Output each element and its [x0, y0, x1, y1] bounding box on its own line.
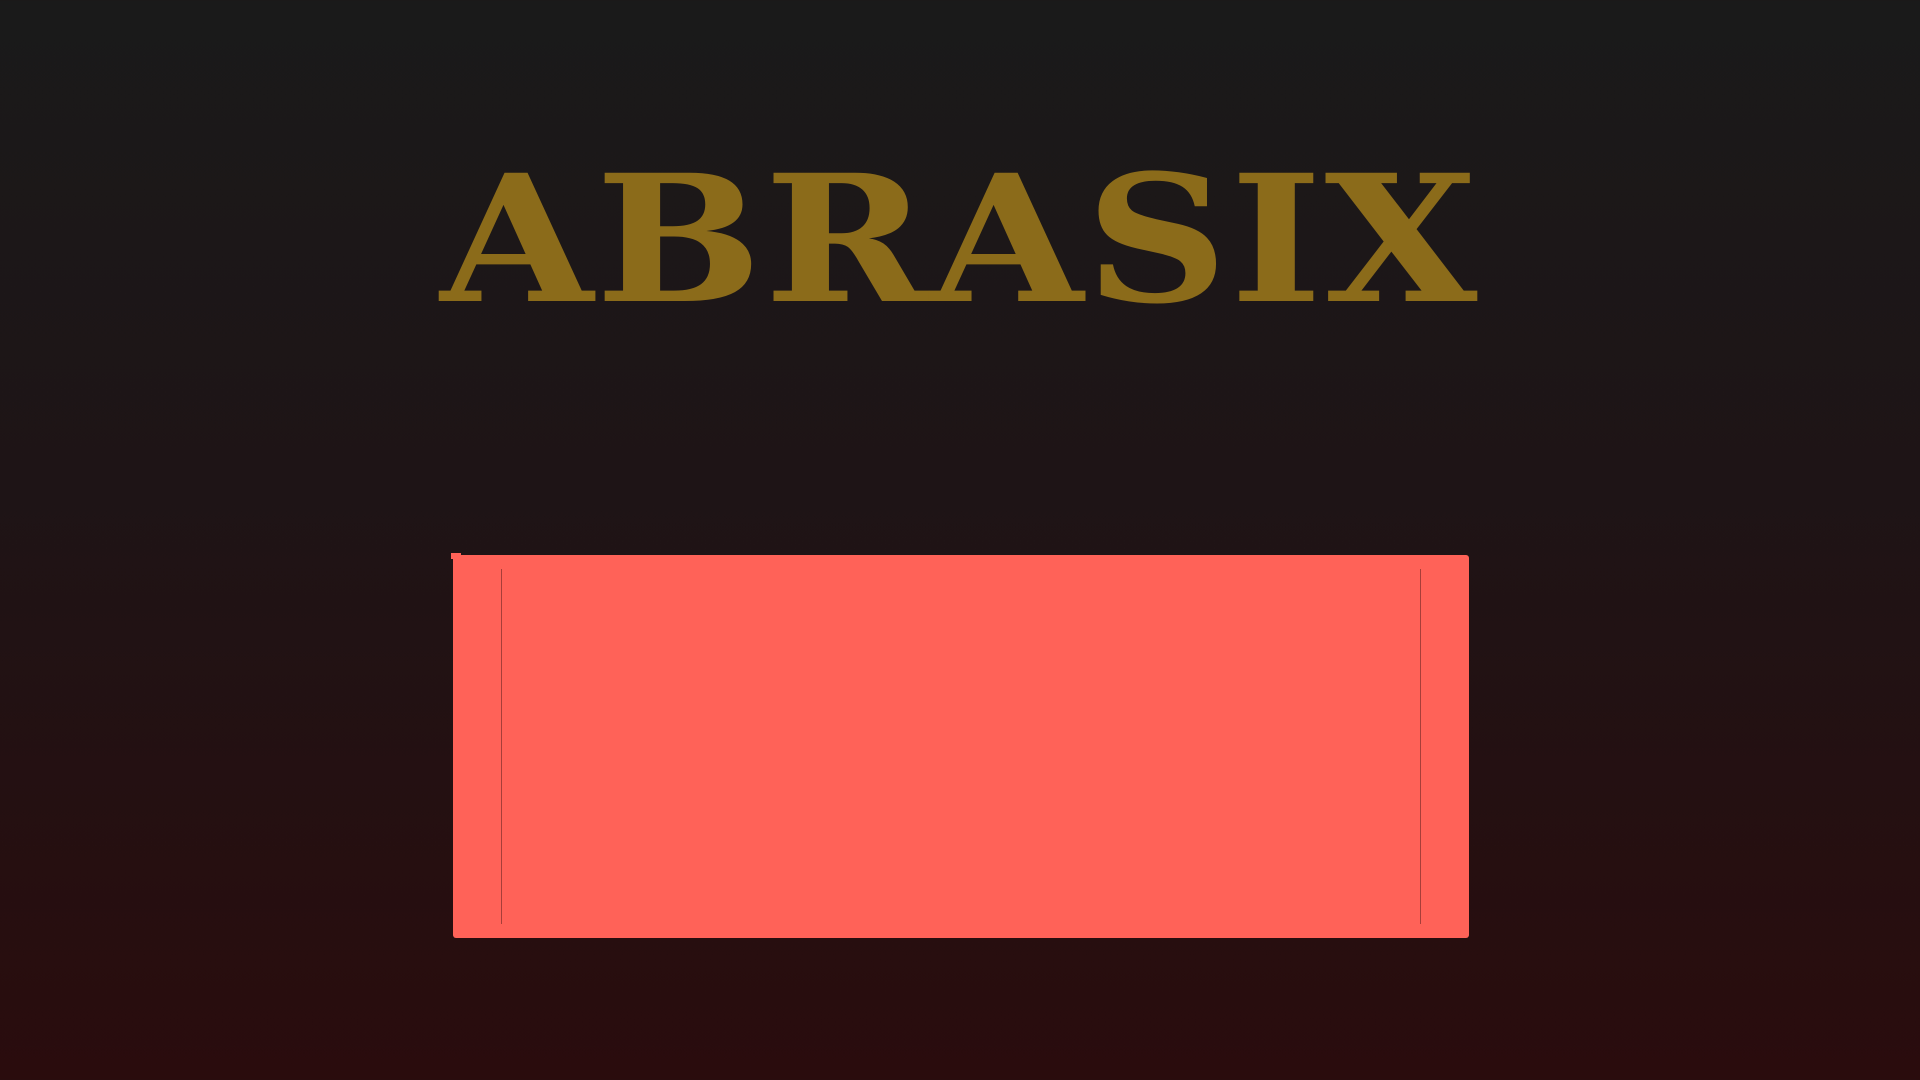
panel-left-divider: [501, 569, 502, 924]
panel-right-divider: [1420, 569, 1421, 924]
panel-corner-tab: [451, 553, 461, 559]
menu-panel[interactable]: [451, 553, 1469, 938]
game-title-logo: ABRASIX: [440, 136, 1480, 343]
